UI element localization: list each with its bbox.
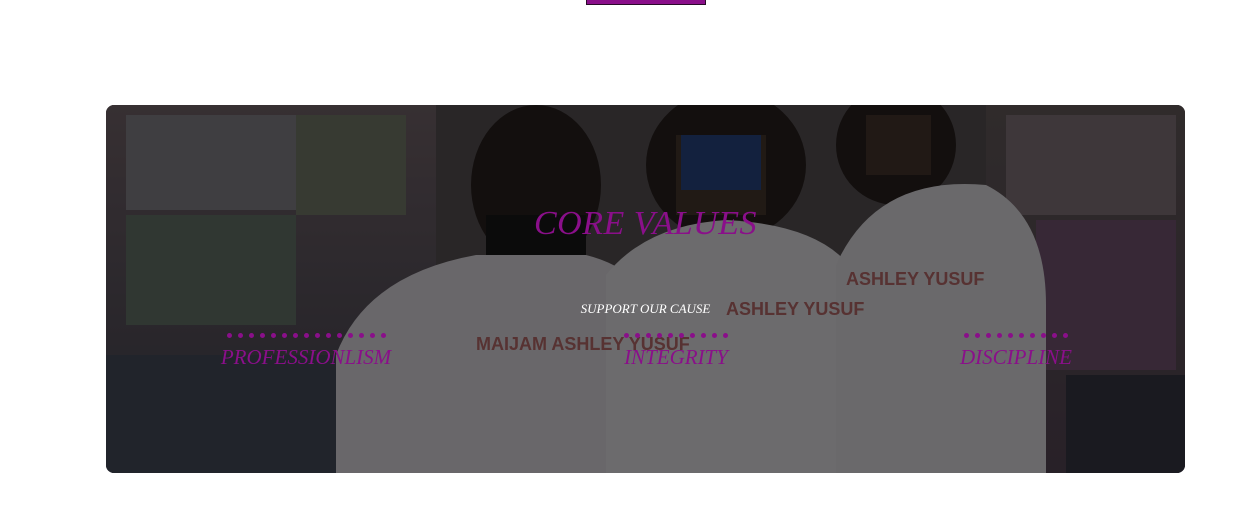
dot-divider — [956, 333, 1076, 339]
value-item-discipline: DISCIPLINE — [956, 333, 1076, 370]
dot-divider — [616, 333, 736, 339]
hero-dark-overlay — [106, 105, 1185, 473]
core-values-hero: MAIJAM ASHLEY YUSUF ASHLEY YUSUF ASHLEY … — [106, 105, 1185, 473]
value-label: INTEGRITY — [624, 345, 728, 369]
value-label: DISCIPLINE — [960, 345, 1072, 369]
top-tab-button[interactable] — [586, 0, 706, 5]
section-title: CORE VALUES — [533, 205, 757, 242]
support-cause-link[interactable]: SUPPORT OUR CAUSE — [106, 301, 1185, 317]
dot-divider — [218, 333, 394, 339]
value-label: PROFESSIONLISM — [220, 345, 392, 369]
value-item-integrity: INTEGRITY — [616, 333, 736, 370]
value-item-professionalism: PROFESSIONLISM — [218, 333, 394, 370]
